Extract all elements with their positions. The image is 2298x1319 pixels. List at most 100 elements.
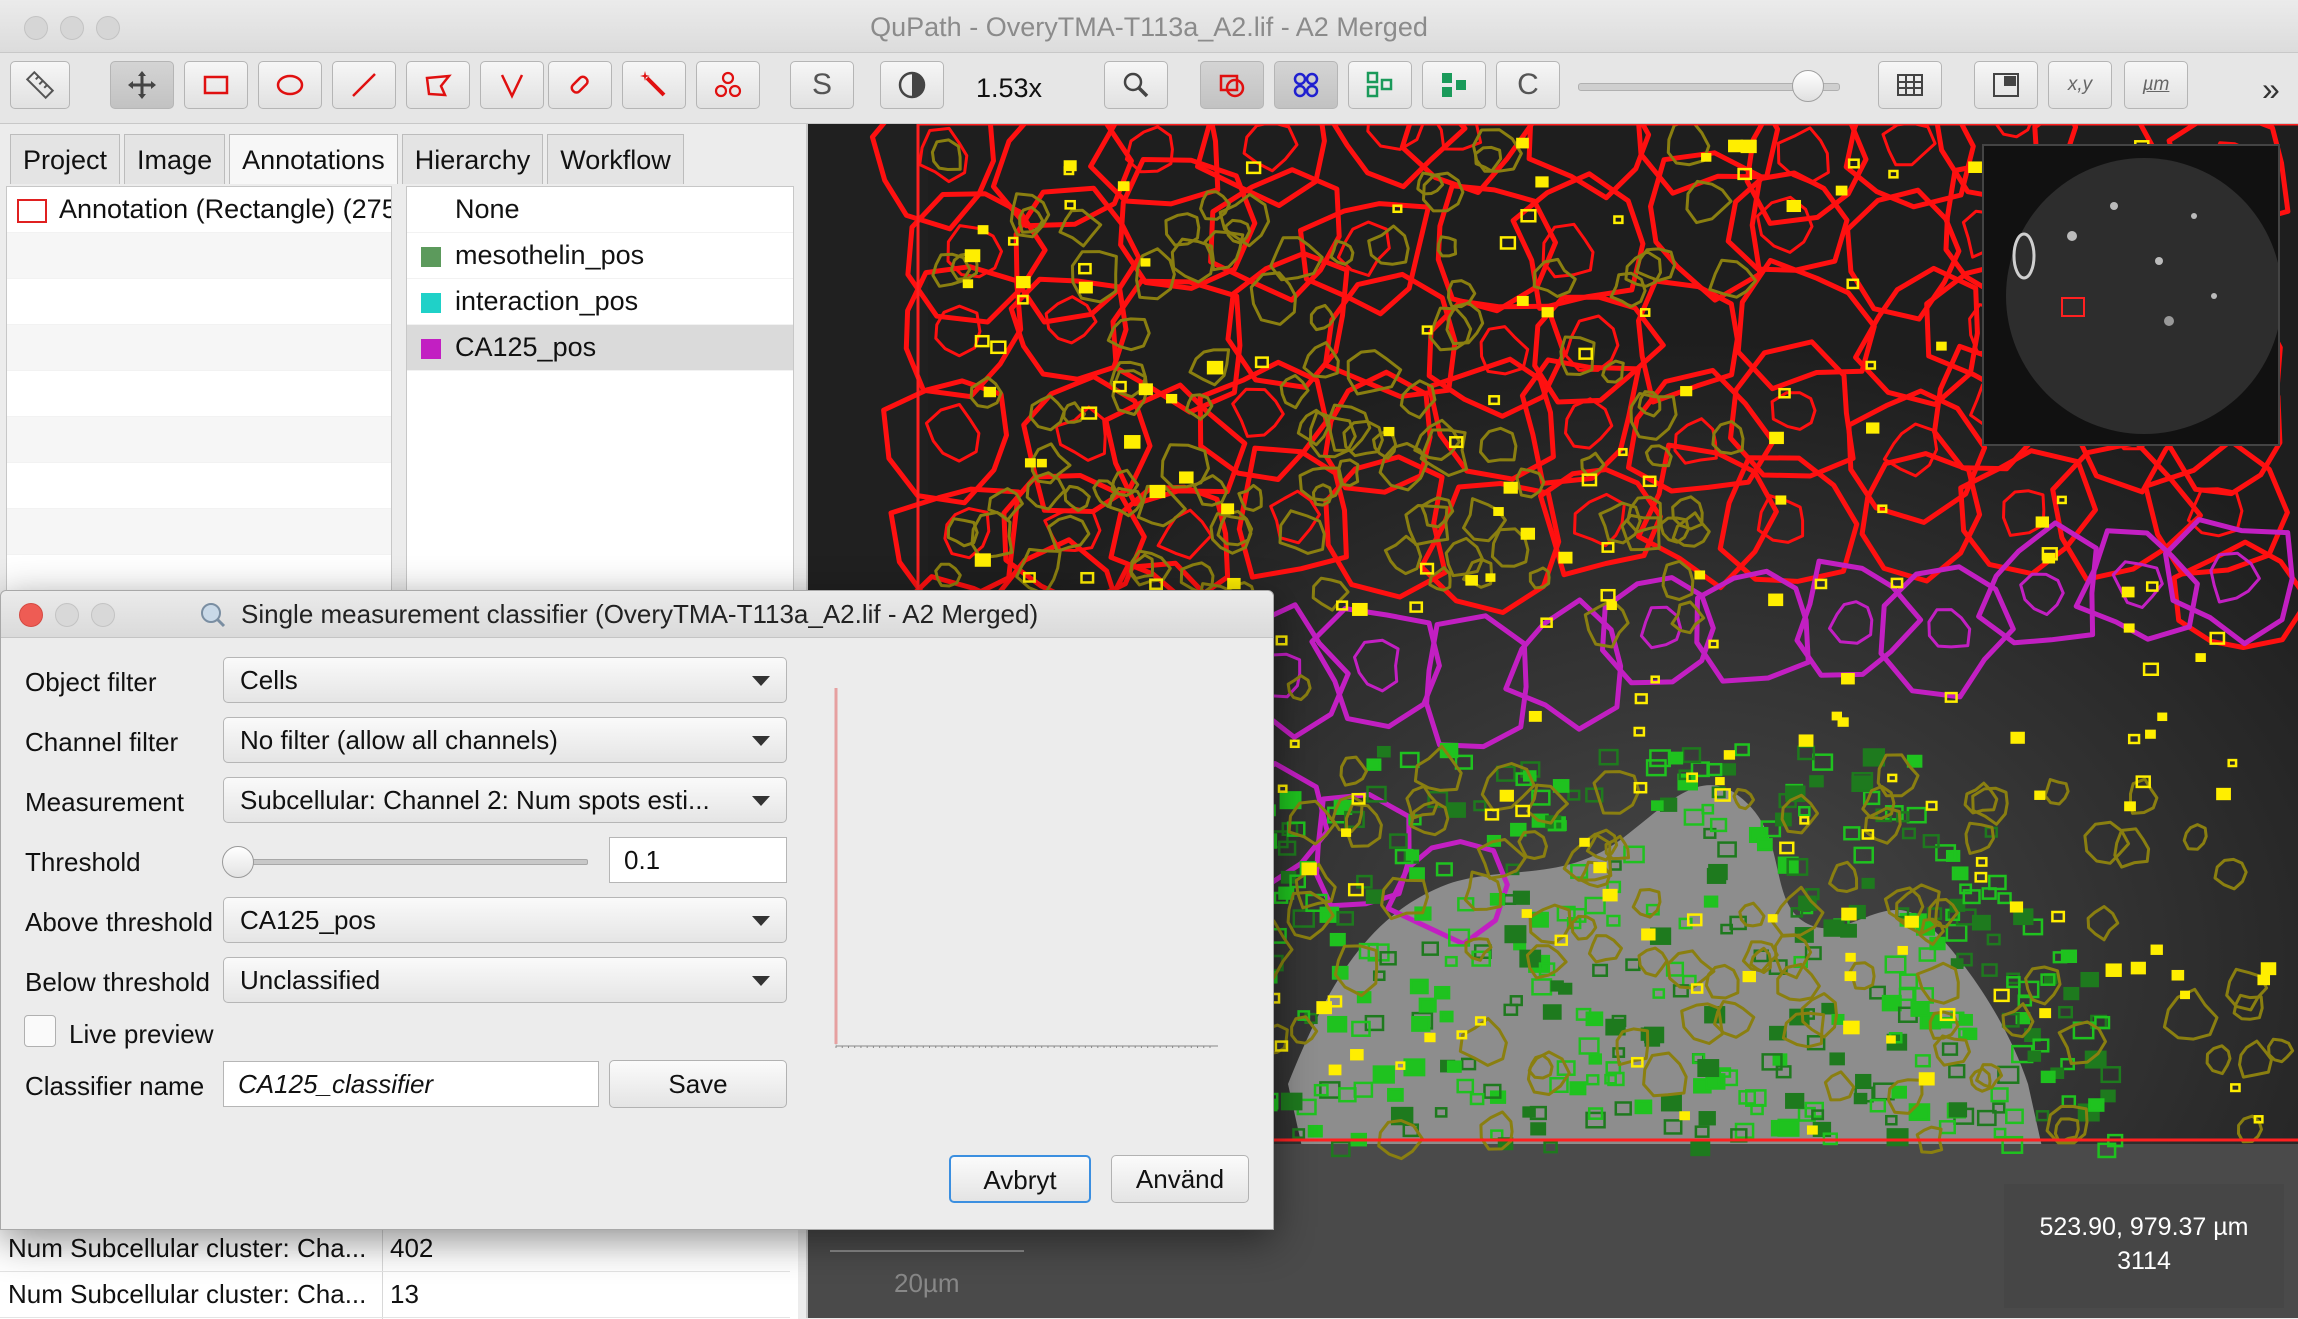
object-filter-label: Object filter [25, 667, 157, 697]
spot-marker [1485, 573, 1496, 582]
show-detections-button[interactable] [1274, 61, 1338, 109]
line-tool-button[interactable] [332, 61, 396, 109]
cancel-button[interactable]: Avbryt [949, 1155, 1091, 1203]
tab-workflow[interactable]: Workflow [547, 134, 684, 184]
measurement-table[interactable]: Num Subcellular cluster: Cha... 402 Num … [0, 1224, 798, 1319]
cell-boundaries-button[interactable]: C [1496, 61, 1560, 109]
classifier-name-input[interactable]: CA125_classifier [223, 1061, 599, 1107]
threshold-slider[interactable] [236, 859, 588, 865]
move-tool-button[interactable] [110, 61, 174, 109]
tab-project[interactable]: Project [10, 134, 121, 184]
table-row[interactable]: Num Subcellular cluster: Cha... 13 [0, 1271, 790, 1318]
spot-marker [977, 225, 989, 235]
spot-marker [1550, 980, 1564, 992]
spot-marker [1117, 181, 1130, 192]
measurement-table-button[interactable] [1878, 61, 1942, 109]
threshold-slider-knob[interactable] [222, 846, 254, 878]
spot-marker [1679, 1111, 1690, 1121]
below-threshold-select[interactable]: Unclassified [223, 957, 787, 1003]
spot-marker [1798, 734, 1814, 747]
threshold-input[interactable]: 0.1 [609, 837, 787, 883]
spot-marker [2216, 787, 2231, 801]
measurement-value: Subcellular: Channel 2: Num spots esti..… [240, 785, 710, 815]
zoom-to-fit-button[interactable] [1104, 61, 1168, 109]
show-overview-button[interactable] [1974, 61, 2038, 109]
above-threshold-select[interactable]: CA125_pos [223, 897, 787, 943]
ellipse-tool-button[interactable] [258, 61, 322, 109]
class-swatch [421, 338, 441, 359]
points-tool-button[interactable] [696, 61, 760, 109]
spot-marker [1138, 383, 1153, 396]
spot-marker [1641, 928, 1656, 941]
above-threshold-label: Above threshold [25, 907, 213, 937]
fill-detections-button[interactable] [1348, 61, 1412, 109]
measurement-value: 13 [390, 1279, 419, 1309]
brush-tool-button[interactable] [548, 61, 612, 109]
class-item-interaction[interactable]: interaction_pos [407, 279, 793, 325]
um-label: µm [2142, 74, 2170, 95]
brightness-contrast-button[interactable] [880, 61, 944, 109]
dialog-zoom-button[interactable] [91, 603, 115, 627]
spot-marker [2040, 1070, 2056, 1084]
spot-marker [1301, 862, 1317, 876]
spot-marker [2027, 1050, 2042, 1062]
selection-mode-button[interactable]: S [790, 61, 854, 109]
spot-marker [1493, 507, 1504, 516]
class-label: CA125_pos [455, 332, 597, 362]
spot-marker [962, 279, 974, 289]
histogram-ticks [835, 1046, 1211, 1048]
class-item-mesothelin[interactable]: mesothelin_pos [407, 233, 793, 279]
show-location-button[interactable]: x,y [2048, 61, 2112, 109]
object-filter-select[interactable]: Cells [223, 657, 787, 703]
tab-image[interactable]: Image [124, 134, 226, 184]
table-row[interactable]: Num Subcellular cluster: Cha... 402 [0, 1225, 790, 1272]
measure-tool-button[interactable] [10, 61, 70, 109]
dialog-minimize-button[interactable] [55, 603, 79, 627]
show-tma-grid-button[interactable] [1422, 61, 1486, 109]
save-button[interactable]: Save [609, 1060, 787, 1108]
overview-thumbnail[interactable] [1982, 144, 2282, 446]
spot-marker [1886, 1128, 1909, 1147]
live-preview-checkbox[interactable] [24, 1015, 56, 1047]
move-icon [128, 71, 156, 99]
channel-filter-select[interactable]: No filter (allow all channels) [223, 717, 787, 763]
spot-marker [2150, 944, 2163, 955]
spot-marker [1140, 258, 1151, 267]
zoom-fit-icon [1123, 72, 1149, 98]
spot-marker [974, 553, 991, 567]
spot-marker [1499, 789, 1514, 802]
polygon-tool-button[interactable] [406, 61, 470, 109]
spot-marker [1280, 1092, 1303, 1111]
measurement-select[interactable]: Subcellular: Channel 2: Num spots esti..… [223, 777, 787, 823]
dialog-close-button[interactable] [19, 603, 43, 627]
spot-marker [1772, 1053, 1788, 1066]
chevron-down-icon [752, 916, 770, 926]
wand-tool-button[interactable] [622, 61, 686, 109]
spot-marker [1516, 137, 1529, 149]
show-annotations-button[interactable] [1200, 61, 1264, 109]
rectangle-tool-button[interactable] [184, 61, 248, 109]
below-threshold-value: Unclassified [240, 965, 381, 995]
opacity-slider-knob[interactable] [1792, 70, 1824, 102]
spot-marker [1897, 945, 1908, 955]
show-scalebar-button[interactable]: µm [2124, 61, 2188, 109]
above-threshold-value: CA125_pos [240, 905, 376, 935]
list-item[interactable]: Annotation (Rectangle) (275 [7, 187, 391, 233]
spot-marker [1024, 458, 1036, 468]
class-item-ca125[interactable]: CA125_pos [407, 325, 793, 371]
spot-marker [1280, 870, 1297, 884]
spot-marker [1698, 1111, 1716, 1126]
spot-marker [1756, 838, 1773, 852]
class-item-none[interactable]: None [407, 187, 793, 233]
spot-marker [1409, 867, 1425, 881]
spot-marker [1036, 458, 1047, 468]
apply-button[interactable]: Använd [1111, 1155, 1249, 1203]
polyline-tool-button[interactable] [480, 61, 544, 109]
spot-marker [1841, 672, 1855, 685]
spot-marker [2060, 949, 2078, 964]
tab-annotations[interactable]: Annotations [229, 134, 398, 184]
toolbar-overflow-button[interactable]: » [2262, 71, 2280, 108]
spot-marker [1535, 176, 1549, 188]
spot-marker [1520, 527, 1536, 540]
tab-hierarchy[interactable]: Hierarchy [401, 134, 544, 184]
